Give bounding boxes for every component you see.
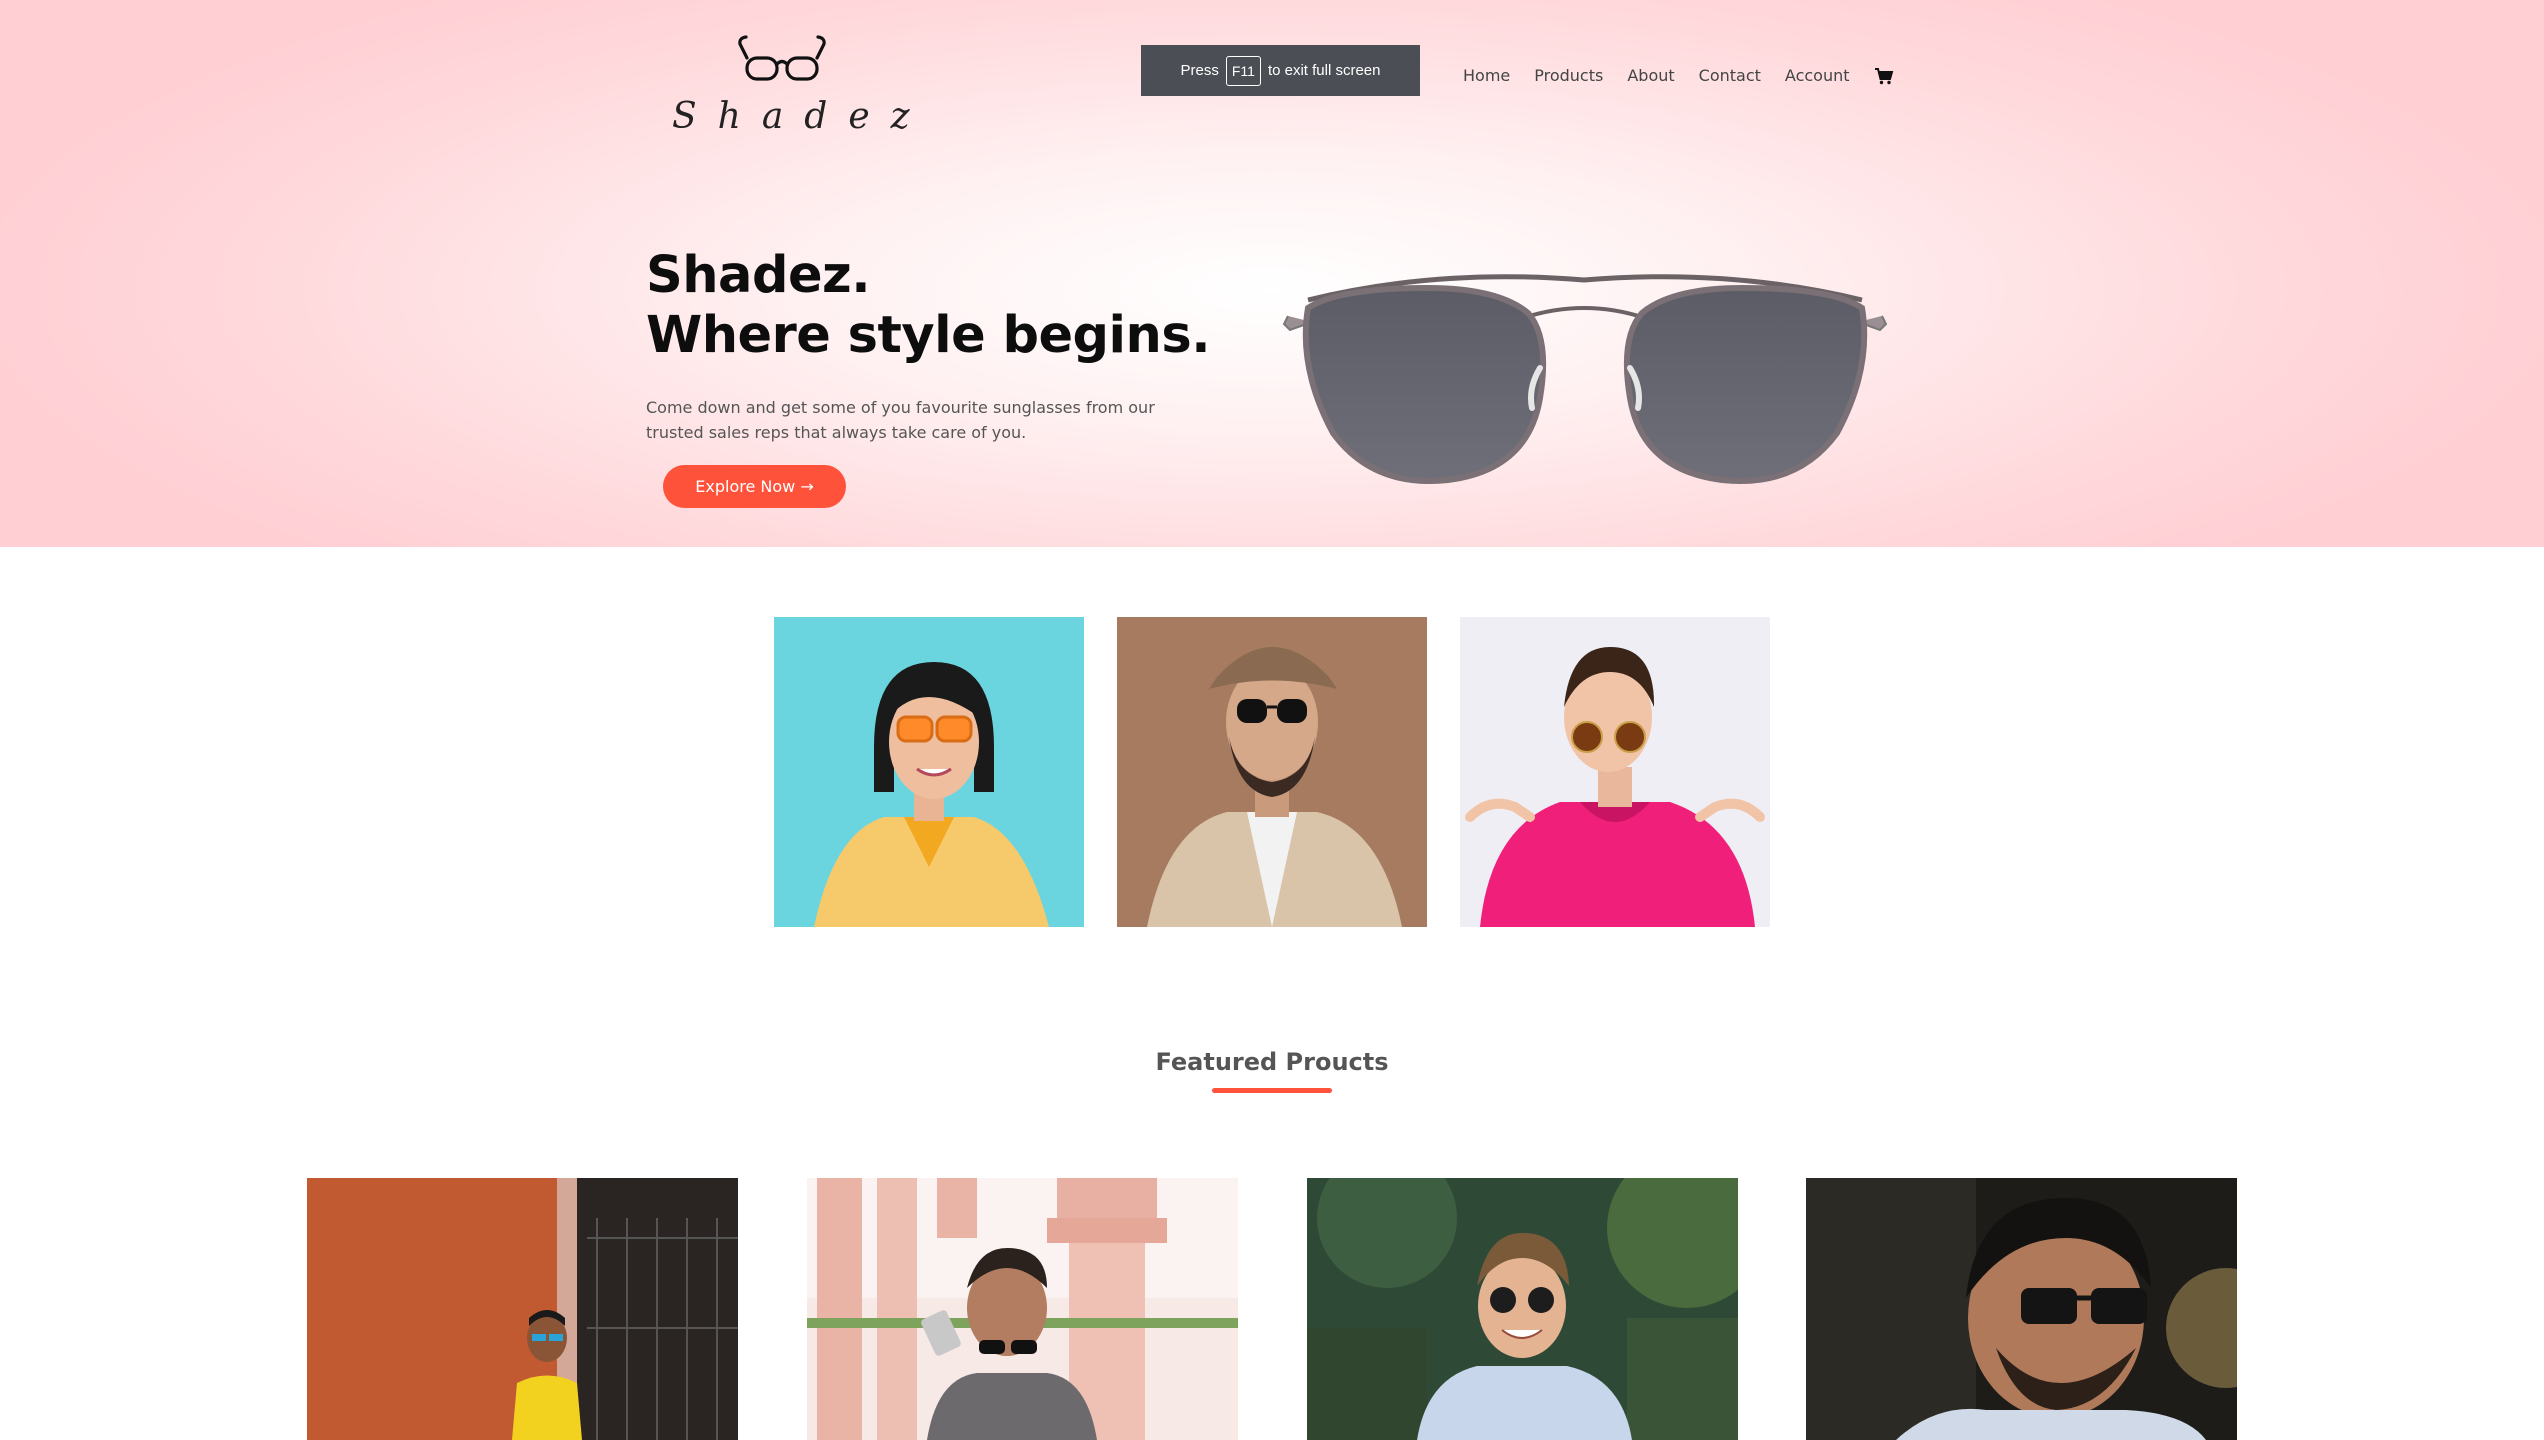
man-cap-sunglasses-photo <box>1117 617 1427 927</box>
hero-title: Shadez. Where style begins. <box>646 246 1346 366</box>
explore-now-button[interactable]: Explore Now → <box>663 465 846 508</box>
fullscreen-notice-prefix: Press <box>1180 62 1219 79</box>
cart-icon[interactable] <box>1874 67 1894 85</box>
hero-description: Come down and get some of you favourite … <box>646 398 1155 442</box>
woman-orange-sunglasses-photo <box>774 617 1084 927</box>
nav-account[interactable]: Account <box>1785 66 1850 85</box>
nav-home[interactable]: Home <box>1463 66 1510 85</box>
hero-title-line1: Shadez. <box>646 246 871 305</box>
woman-pink-jacket-sunglasses-photo <box>1460 617 1770 927</box>
nav-products[interactable]: Products <box>1534 66 1603 85</box>
product-photo-yellow-shirt <box>307 1178 738 1440</box>
main-nav: Home Products About Contact Account <box>1463 66 1894 85</box>
category-photo-3[interactable] <box>1460 617 1770 927</box>
nav-contact[interactable]: Contact <box>1699 66 1761 85</box>
aviator-sunglasses-image <box>1282 274 1888 484</box>
hero-section: Shadez Press F11 to exit full screen Hom… <box>0 0 2544 547</box>
category-photo-1[interactable] <box>774 617 1084 927</box>
product-photo-smiling-man <box>1307 1178 1738 1440</box>
featured-product-card-4[interactable] <box>1806 1178 2237 1440</box>
f11-key-badge: F11 <box>1225 55 1261 86</box>
featured-products-heading: Featured Proucts <box>1155 1048 1389 1076</box>
nav-about[interactable]: About <box>1627 66 1674 85</box>
fullscreen-notice-suffix: to exit full screen <box>1267 62 1381 79</box>
featured-product-card-1[interactable] <box>307 1178 738 1440</box>
category-photo-2[interactable] <box>1117 617 1427 927</box>
product-photo-man-closeup <box>1806 1178 2237 1440</box>
hero-title-line2: Where style begins. <box>646 306 1211 365</box>
glasses-logo-icon <box>738 35 826 81</box>
featured-heading-underline <box>1212 1088 1332 1093</box>
fullscreen-notice: Press F11 to exit full screen <box>1141 45 1420 96</box>
product-photo-pillars <box>807 1178 1238 1440</box>
brand-wordmark: Shadez <box>672 96 931 137</box>
brand-logo[interactable]: Shadez <box>672 34 931 144</box>
featured-product-card-3[interactable] <box>1307 1178 1738 1440</box>
featured-product-card-2[interactable] <box>807 1178 1238 1440</box>
